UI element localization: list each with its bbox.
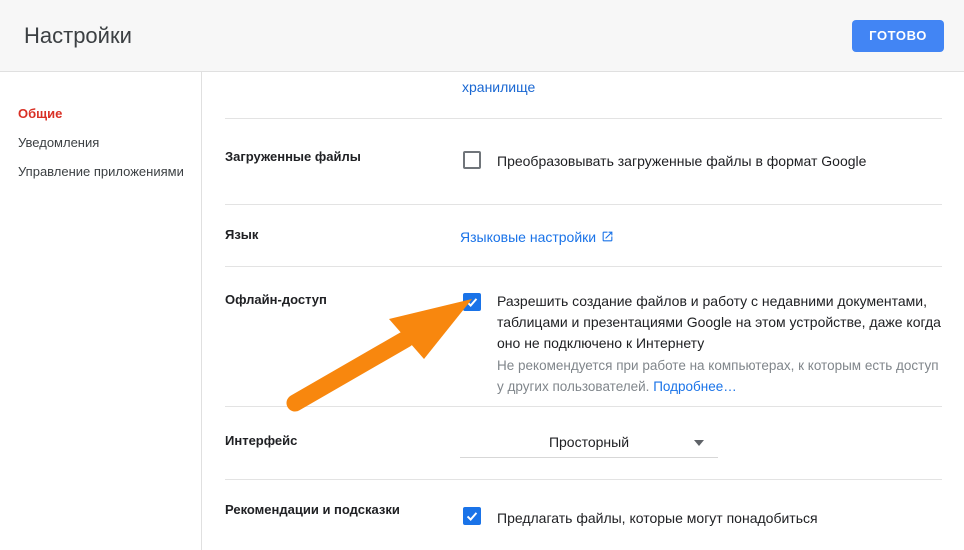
row-uploads: Загруженные файлы Преобразовывать загруж… [202,119,964,205]
suggest-files-checkbox[interactable] [463,507,481,525]
settings-content: хранилище Загруженные файлы Преобразовыв… [202,72,964,550]
density-dropdown-value: Просторный [549,434,629,450]
page-title: Настройки [24,0,132,71]
density-label: Интерфейс [225,433,297,449]
density-dropdown[interactable]: Просторный [460,428,718,458]
row-suggestions: Рекомендации и подсказки Предлагать файл… [202,480,964,550]
offline-label: Офлайн-доступ [225,292,327,308]
row-offline: Офлайн-доступ Разрешить создание файлов … [202,267,964,407]
done-button[interactable]: ГОТОВО [852,20,944,52]
row-density: Интерфейс Просторный [202,407,964,480]
offline-text-block: Разрешить создание файлов и работу с нед… [497,291,949,397]
checkmark-icon [464,508,480,524]
offline-note: Не рекомендуется при работе на компьютер… [497,355,949,397]
language-settings-link[interactable]: Языковые настройки [460,227,614,247]
open-in-new-icon [601,230,614,243]
language-label: Язык [225,227,258,243]
language-settings-link-text: Языковые настройки [460,229,596,245]
dialog-header: Настройки ГОТОВО [0,0,964,72]
settings-dialog: Настройки ГОТОВО Общие Уведомления Управ… [0,0,964,550]
sidebar-item-general[interactable]: Общие [0,99,201,128]
storage-link[interactable]: хранилище [462,79,535,95]
learn-more-link[interactable]: Подробнее… [653,379,737,394]
sidebar-item-manage-apps[interactable]: Управление приложениями [0,157,201,186]
convert-uploads-checkbox-label[interactable]: Преобразовывать загруженные файлы в форм… [497,152,866,170]
triangle-down-icon [694,440,704,446]
uploads-label: Загруженные файлы [225,149,361,165]
suggest-files-checkbox-label[interactable]: Предлагать файлы, которые могут понадоби… [497,509,818,527]
suggestions-label: Рекомендации и подсказки [225,502,400,518]
checkmark-icon [464,294,480,310]
offline-access-checkbox[interactable] [463,293,481,311]
row-language: Язык Языковые настройки [202,205,964,267]
offline-checkbox-label[interactable]: Разрешить создание файлов и работу с нед… [497,291,949,354]
row-storage: хранилище [202,72,964,119]
settings-sidebar: Общие Уведомления Управление приложениям… [0,72,202,550]
sidebar-item-notifications[interactable]: Уведомления [0,128,201,157]
convert-uploads-checkbox[interactable] [463,151,481,169]
